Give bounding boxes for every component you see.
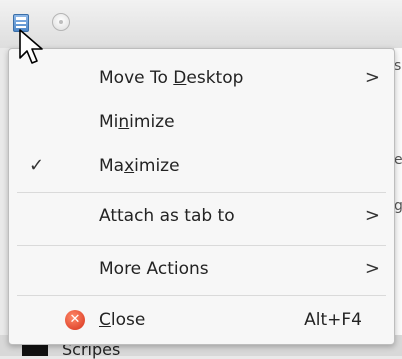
menu-item-mnemonic: x bbox=[124, 156, 135, 176]
menu-item-attach-as-tab[interactable]: Attach as tab to > bbox=[9, 197, 394, 235]
menu-item-label: More Actions bbox=[99, 259, 209, 279]
submenu-arrow-icon: > bbox=[364, 67, 380, 88]
menu-item-label: Ma bbox=[99, 156, 125, 176]
menu-item-mnemonic: n bbox=[118, 112, 130, 132]
menu-item-minimize[interactable]: Minimize bbox=[9, 103, 394, 141]
menu-item-label: imize bbox=[129, 112, 175, 132]
menu-item-mnemonic: C bbox=[99, 310, 111, 330]
menu-item-shortcut: Alt+F4 bbox=[304, 310, 362, 330]
background-text: e bbox=[394, 152, 402, 168]
menu-item-label: Mi bbox=[99, 112, 119, 132]
menu-separator bbox=[17, 192, 386, 193]
menu-item-label: Move To bbox=[99, 68, 174, 88]
submenu-arrow-icon: > bbox=[364, 258, 380, 279]
menu-item-label: imize bbox=[134, 156, 180, 176]
menu-item-label: lose bbox=[110, 310, 146, 330]
submenu-arrow-icon: > bbox=[364, 205, 380, 226]
menu-item-label: esktop bbox=[186, 68, 244, 88]
checkmark-icon: ✓ bbox=[29, 155, 45, 176]
mouse-cursor-icon bbox=[19, 29, 43, 64]
background-text: s bbox=[394, 58, 402, 74]
background-text: g bbox=[394, 198, 402, 214]
menu-item-more-actions[interactable]: More Actions > bbox=[9, 250, 394, 288]
keep-above-button[interactable] bbox=[52, 13, 70, 31]
menu-item-close[interactable]: ✕ Close Alt+F4 bbox=[9, 301, 394, 339]
menu-item-mnemonic: D bbox=[173, 68, 187, 88]
menu-item-label: Attach as tab to bbox=[99, 206, 235, 226]
menu-item-maximize[interactable]: ✓ Maximize bbox=[9, 147, 394, 185]
menu-separator bbox=[17, 295, 386, 296]
menu-separator bbox=[17, 245, 386, 246]
window-context-menu: Move To Desktop > Minimize ✓ Maximize At… bbox=[8, 48, 395, 345]
close-icon: ✕ bbox=[65, 310, 85, 330]
window-titlebar bbox=[0, 0, 402, 48]
menu-item-move-to-desktop[interactable]: Move To Desktop > bbox=[9, 59, 394, 97]
